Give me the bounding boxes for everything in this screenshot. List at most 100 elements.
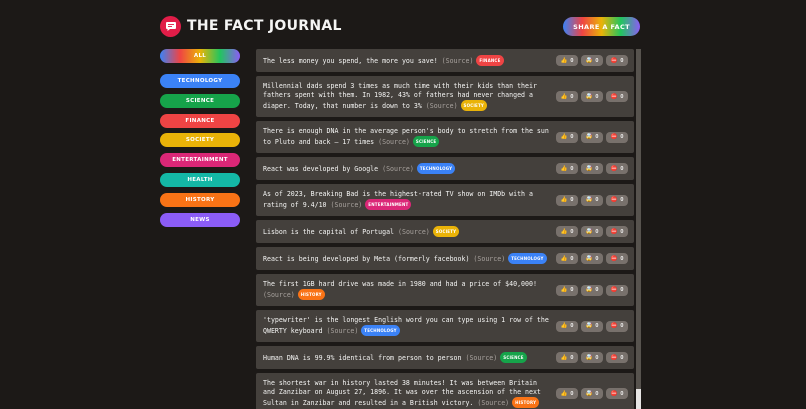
fact-body: 'typewriter' is the longest English word… (263, 316, 556, 336)
category-button-news[interactable]: News (160, 212, 240, 227)
no-entry-icon: ⛔️ (610, 165, 618, 172)
category-button-society[interactable]: Society (160, 133, 240, 148)
vote-count: 0 (570, 287, 574, 293)
category-button-health[interactable]: Health (160, 172, 240, 187)
vote-false-button[interactable]: ⛔️ 0 (606, 55, 628, 66)
category-tag: HISTORY (297, 289, 325, 300)
vote-interesting-button[interactable]: 👍 0 (556, 91, 578, 102)
mind-blown-icon: 🤯 (585, 165, 593, 172)
vote-count: 0 (570, 134, 574, 140)
vote-mindblowing-button[interactable]: 🤯 0 (581, 194, 603, 206)
share-fact-button[interactable]: Share a fact (563, 16, 640, 36)
vote-count: 0 (620, 57, 624, 64)
vote-false-button[interactable]: ⛔️ 0 (606, 284, 628, 296)
fact-source-link[interactable]: (Source) (426, 102, 458, 110)
vote-false-button[interactable]: ⛔️ 0 (606, 253, 628, 264)
vote-false-button[interactable]: ⛔️ 0 (606, 131, 628, 143)
vote-interesting-button[interactable]: 👍 0 (556, 163, 578, 174)
vote-count: 0 (595, 165, 599, 172)
mind-blown-icon: 🤯 (585, 197, 593, 203)
fact-body: Millennial dads spend 3 times as much ti… (263, 82, 556, 111)
vote-false-button[interactable]: ⛔️ 0 (606, 163, 628, 174)
fact-source-link[interactable]: (Source) (327, 327, 359, 335)
vote-false-button[interactable]: ⛔️ 0 (606, 388, 628, 399)
vote-count: 0 (570, 165, 574, 172)
vote-interesting-button[interactable]: 👍 0 (556, 352, 578, 363)
fact-item: The less money you spend, the more you s… (256, 49, 634, 72)
vote-false-button[interactable]: ⛔️ 0 (606, 91, 628, 102)
vote-mindblowing-button[interactable]: 🤯 0 (581, 352, 603, 363)
fact-source-link[interactable]: (Source) (473, 255, 505, 263)
category-tag: ENTERTAINMENT (365, 199, 412, 210)
thumbs-up-icon: 👍 (560, 228, 568, 235)
fact-source-link[interactable]: (Source) (382, 165, 414, 173)
category-button-all[interactable]: All (160, 49, 240, 63)
vote-buttons: 👍 0 🤯 0 ⛔️ 0 (556, 352, 628, 363)
vote-interesting-button[interactable]: 👍 0 (556, 388, 578, 399)
fact-source-link[interactable]: (Source) (477, 399, 509, 407)
no-entry-icon: ⛔️ (610, 287, 618, 293)
vote-mindblowing-button[interactable]: 🤯 0 (581, 163, 603, 174)
facts-scrollbar[interactable] (636, 49, 641, 409)
no-entry-icon: ⛔️ (610, 323, 618, 329)
vote-interesting-button[interactable]: 👍 0 (556, 284, 578, 296)
category-button-science[interactable]: Science (160, 93, 240, 108)
vote-count: 0 (595, 255, 599, 262)
fact-item: There is enough DNA in the average perso… (256, 121, 634, 153)
vote-mindblowing-button[interactable]: 🤯 0 (581, 55, 603, 66)
fact-source-link[interactable]: (Source) (263, 291, 295, 299)
vote-buttons: 👍 0 🤯 0 ⛔️ 0 (556, 91, 628, 102)
vote-count: 0 (570, 323, 574, 329)
vote-buttons: 👍 0 🤯 0 ⛔️ 0 (556, 226, 628, 237)
vote-count: 0 (620, 390, 624, 397)
vote-mindblowing-button[interactable]: 🤯 0 (581, 388, 603, 399)
fact-text: 'typewriter' is the longest English word… (263, 316, 549, 335)
vote-false-button[interactable]: ⛔️ 0 (606, 320, 628, 332)
vote-false-button[interactable]: ⛔️ 0 (606, 194, 628, 206)
mind-blown-icon: 🤯 (585, 354, 593, 361)
fact-source-link[interactable]: (Source) (331, 201, 363, 209)
thumbs-up-icon: 👍 (560, 197, 568, 203)
fact-text: The first 1GB hard drive was made in 198… (263, 280, 537, 288)
vote-count: 0 (620, 287, 624, 293)
vote-count: 0 (570, 228, 574, 235)
thumbs-up-icon: 👍 (560, 323, 568, 329)
no-entry-icon: ⛔️ (610, 134, 618, 140)
fact-source-link[interactable]: (Source) (442, 57, 474, 65)
scrollbar-thumb[interactable] (636, 49, 641, 389)
thumbs-up-icon: 👍 (560, 93, 568, 100)
fact-body: Human DNA is 99.9% identical from person… (263, 352, 556, 363)
vote-mindblowing-button[interactable]: 🤯 0 (581, 253, 603, 264)
speech-bubble-logo-icon (160, 15, 181, 37)
vote-false-button[interactable]: ⛔️ 0 (606, 226, 628, 237)
vote-interesting-button[interactable]: 👍 0 (556, 253, 578, 264)
category-button-technology[interactable]: Technology (160, 74, 240, 88)
vote-count: 0 (595, 323, 599, 329)
vote-buttons: 👍 0 🤯 0 ⛔️ 0 (556, 194, 628, 206)
vote-false-button[interactable]: ⛔️ 0 (606, 352, 628, 363)
vote-interesting-button[interactable]: 👍 0 (556, 55, 578, 66)
no-entry-icon: ⛔️ (610, 197, 618, 203)
vote-interesting-button[interactable]: 👍 0 (556, 194, 578, 206)
category-button-history[interactable]: History (160, 192, 240, 207)
vote-interesting-button[interactable]: 👍 0 (556, 320, 578, 332)
fact-source-link[interactable]: (Source) (378, 138, 410, 146)
fact-body: React is being developed by Meta (former… (263, 253, 556, 264)
vote-mindblowing-button[interactable]: 🤯 0 (581, 226, 603, 237)
vote-mindblowing-button[interactable]: 🤯 0 (581, 284, 603, 296)
category-tag: SCIENCE (500, 352, 527, 363)
fact-source-link[interactable]: (Source) (465, 354, 497, 362)
category-button-finance[interactable]: Finance (160, 113, 240, 128)
vote-count: 0 (570, 390, 574, 397)
category-tag: FINANCE (476, 55, 504, 66)
vote-interesting-button[interactable]: 👍 0 (556, 131, 578, 143)
category-button-entertainment[interactable]: Entertainment (160, 153, 240, 168)
vote-count: 0 (570, 93, 574, 100)
vote-mindblowing-button[interactable]: 🤯 0 (581, 320, 603, 332)
vote-mindblowing-button[interactable]: 🤯 0 (581, 131, 603, 143)
fact-body: There is enough DNA in the average perso… (263, 127, 556, 147)
vote-interesting-button[interactable]: 👍 0 (556, 226, 578, 237)
vote-mindblowing-button[interactable]: 🤯 0 (581, 91, 603, 102)
fact-source-link[interactable]: (Source) (398, 228, 430, 236)
vote-count: 0 (570, 255, 574, 262)
